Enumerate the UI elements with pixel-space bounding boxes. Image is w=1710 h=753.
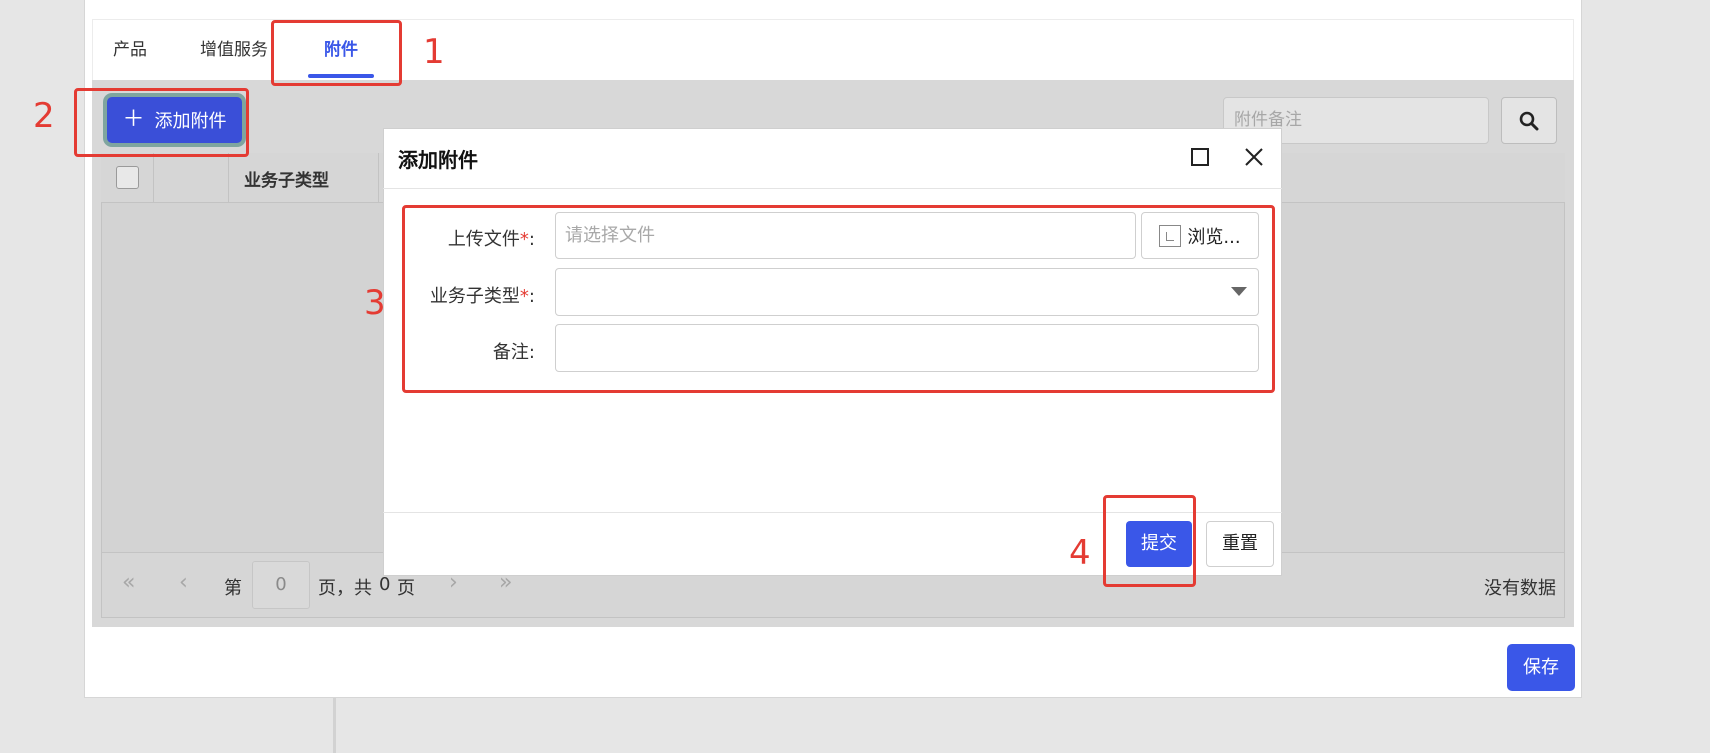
column-separator [378,153,379,203]
total-pages: 0 [379,574,391,595]
total-suffix: 页 [397,578,415,599]
sidebar-divider [333,698,336,753]
annotation-box-3 [402,205,1275,393]
dialog-header-divider [383,188,1282,189]
close-icon[interactable] [1243,146,1265,168]
tab-value-added-services[interactable]: 增值服务 [200,20,268,81]
column-separator [228,153,229,203]
page-prefix: 第 [224,578,242,599]
search-icon [1519,111,1539,130]
pager-status: 没有数据 [1484,578,1556,599]
select-all-checkbox[interactable] [116,166,139,189]
annotation-number-3: 3 [364,283,386,323]
reset-button[interactable]: 重置 [1206,521,1274,567]
page-number-input[interactable]: 0 [252,561,310,609]
first-page-icon[interactable]: « [122,570,135,595]
prev-page-icon[interactable]: ‹ [179,570,188,595]
annotation-box-4 [1103,495,1196,587]
annotation-number-4: 4 [1069,533,1091,573]
column-header-subtype[interactable]: 业务子类型 [244,166,329,191]
dialog-title: 添加附件 [398,148,478,172]
maximize-icon[interactable] [1191,148,1209,166]
page-suffix: 页，共 [318,578,372,599]
column-separator [153,153,154,203]
annotation-number-2: 2 [33,96,55,136]
annotation-box-1 [271,20,402,86]
tab-product[interactable]: 产品 [113,20,147,81]
annotation-number-1: 1 [423,32,445,72]
annotation-box-2 [74,88,249,157]
search-button[interactable] [1501,97,1557,144]
save-button[interactable]: 保存 [1507,644,1575,691]
